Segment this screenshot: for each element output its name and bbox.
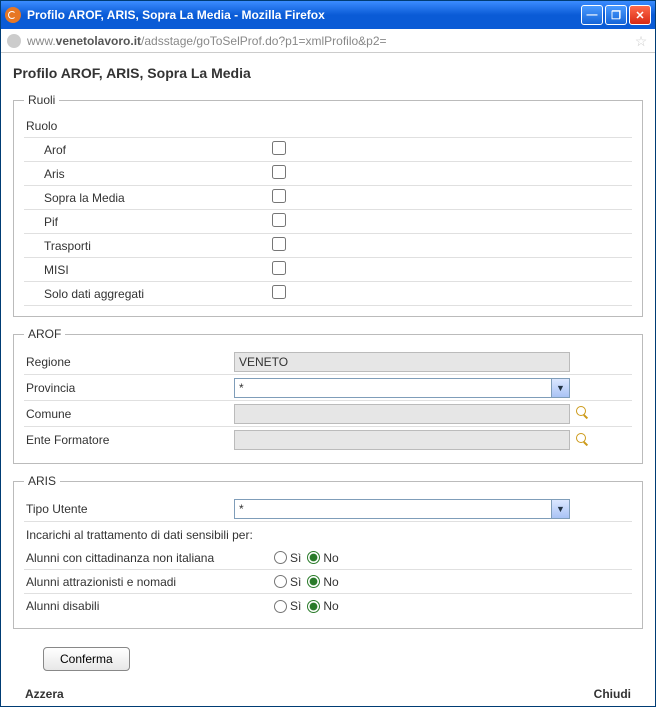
alunni-cittadinanza-si[interactable]: Sì [274, 551, 301, 565]
url-path: /adsstage/goToSelProf.do?p1=xmlProfilo&p… [141, 34, 387, 48]
ruolo-label: Solo dati aggregati [42, 287, 268, 301]
conferma-button[interactable]: Conferma [43, 647, 130, 671]
comune-lookup-button[interactable] [570, 405, 594, 422]
ruolo-aggregati-checkbox[interactable] [272, 285, 286, 299]
ruolo-arof-checkbox[interactable] [272, 141, 286, 155]
chiudi-link[interactable]: Chiudi [594, 687, 631, 701]
tipoutente-label: Tipo Utente [24, 502, 234, 516]
alunni-nomadi-label: Alunni attrazionisti e nomadi [24, 575, 274, 589]
alunni-nomadi-si[interactable]: Sì [274, 575, 301, 589]
alunni-disabili-row: Alunni disabili Sì No [24, 594, 632, 618]
ruolo-label: Pif [42, 215, 268, 229]
firefox-icon [5, 7, 21, 23]
ruolo-row: Aris [24, 162, 632, 186]
close-button[interactable]: ✕ [629, 5, 651, 25]
alunni-disabili-label: Alunni disabili [24, 599, 274, 613]
page-title: Profilo AROF, ARIS, Sopra La Media [13, 65, 643, 81]
ruolo-label: MISI [42, 263, 268, 277]
url-host: venetolavoro.it [56, 34, 141, 48]
ruolo-label: Sopra la Media [42, 191, 268, 205]
provincia-select[interactable]: * ▼ [234, 378, 570, 398]
tipoutente-row: Tipo Utente * ▼ [24, 496, 632, 522]
aris-legend: ARIS [24, 474, 60, 488]
app-window: Profilo AROF, ARIS, Sopra La Media - Moz… [0, 0, 656, 707]
alunni-cittadinanza-label: Alunni con cittadinanza non italiana [24, 551, 274, 565]
ruolo-sopralamedia-checkbox[interactable] [272, 189, 286, 203]
alunni-nomadi-no[interactable]: No [307, 575, 338, 589]
window-title: Profilo AROF, ARIS, Sopra La Media - Moz… [27, 8, 581, 22]
comune-input[interactable] [234, 404, 570, 424]
tipoutente-value: * [239, 502, 244, 516]
ruolo-row: Sopra la Media [24, 186, 632, 210]
ruoli-legend: Ruoli [24, 93, 59, 107]
ruolo-row: MISI [24, 258, 632, 282]
chevron-down-icon: ▼ [551, 500, 569, 518]
ruolo-row: Trasporti [24, 234, 632, 258]
ruolo-row: Solo dati aggregati [24, 282, 632, 306]
ente-row: Ente Formatore [24, 427, 632, 453]
address-bar[interactable]: www.venetolavoro.it/adsstage/goToSelProf… [1, 29, 655, 53]
arof-legend: AROF [24, 327, 65, 341]
search-icon [575, 405, 589, 419]
alunni-nomadi-row: Alunni attrazionisti e nomadi Sì No [24, 570, 632, 594]
ruolo-pif-checkbox[interactable] [272, 213, 286, 227]
azzera-link[interactable]: Azzera [25, 687, 64, 701]
provincia-row: Provincia * ▼ [24, 375, 632, 401]
regione-label: Regione [24, 355, 234, 369]
ruolo-row: Arof [24, 138, 632, 162]
comune-row: Comune [24, 401, 632, 427]
ruolo-label: Arof [42, 143, 268, 157]
ruolo-label: Trasporti [42, 239, 268, 253]
provincia-value: * [239, 381, 244, 395]
maximize-button[interactable]: ❐ [605, 5, 627, 25]
ruolo-header: Ruolo [24, 115, 632, 138]
ruolo-row: Pif [24, 210, 632, 234]
ruolo-trasporti-checkbox[interactable] [272, 237, 286, 251]
ente-lookup-button[interactable] [570, 432, 594, 449]
ruoli-fieldset: Ruoli Ruolo Arof Aris Sopra la Media Pif [13, 93, 643, 317]
regione-value: VENETO [234, 352, 570, 372]
url-prefix: www. [27, 34, 56, 48]
aris-fieldset: ARIS Tipo Utente * ▼ Incarichi al tratta… [13, 474, 643, 629]
ente-label: Ente Formatore [24, 433, 234, 447]
regione-row: Regione VENETO [24, 349, 632, 375]
titlebar: Profilo AROF, ARIS, Sopra La Media - Moz… [1, 1, 655, 29]
comune-label: Comune [24, 407, 234, 421]
alunni-disabili-si[interactable]: Sì [274, 599, 301, 613]
chevron-down-icon: ▼ [551, 379, 569, 397]
page-body: Profilo AROF, ARIS, Sopra La Media Ruoli… [1, 53, 655, 706]
ente-input[interactable] [234, 430, 570, 450]
ruolo-misi-checkbox[interactable] [272, 261, 286, 275]
bookmark-star-icon[interactable]: ☆ [633, 33, 649, 49]
minimize-button[interactable]: — [581, 5, 603, 25]
ruolo-label: Aris [42, 167, 268, 181]
alunni-disabili-no[interactable]: No [307, 599, 338, 613]
search-icon [575, 432, 589, 446]
ruolo-aris-checkbox[interactable] [272, 165, 286, 179]
provincia-label: Provincia [24, 381, 234, 395]
footer-links: Azzera Chiudi [13, 679, 643, 706]
incarichi-label: Incarichi al trattamento di dati sensibi… [24, 522, 632, 546]
window-controls: — ❐ ✕ [581, 5, 651, 25]
tipoutente-select[interactable]: * ▼ [234, 499, 570, 519]
alunni-cittadinanza-row: Alunni con cittadinanza non italiana Sì … [24, 546, 632, 570]
globe-icon [7, 34, 21, 48]
url-text: www.venetolavoro.it/adsstage/goToSelProf… [27, 34, 633, 48]
alunni-cittadinanza-no[interactable]: No [307, 551, 338, 565]
arof-fieldset: AROF Regione VENETO Provincia * ▼ [13, 327, 643, 464]
